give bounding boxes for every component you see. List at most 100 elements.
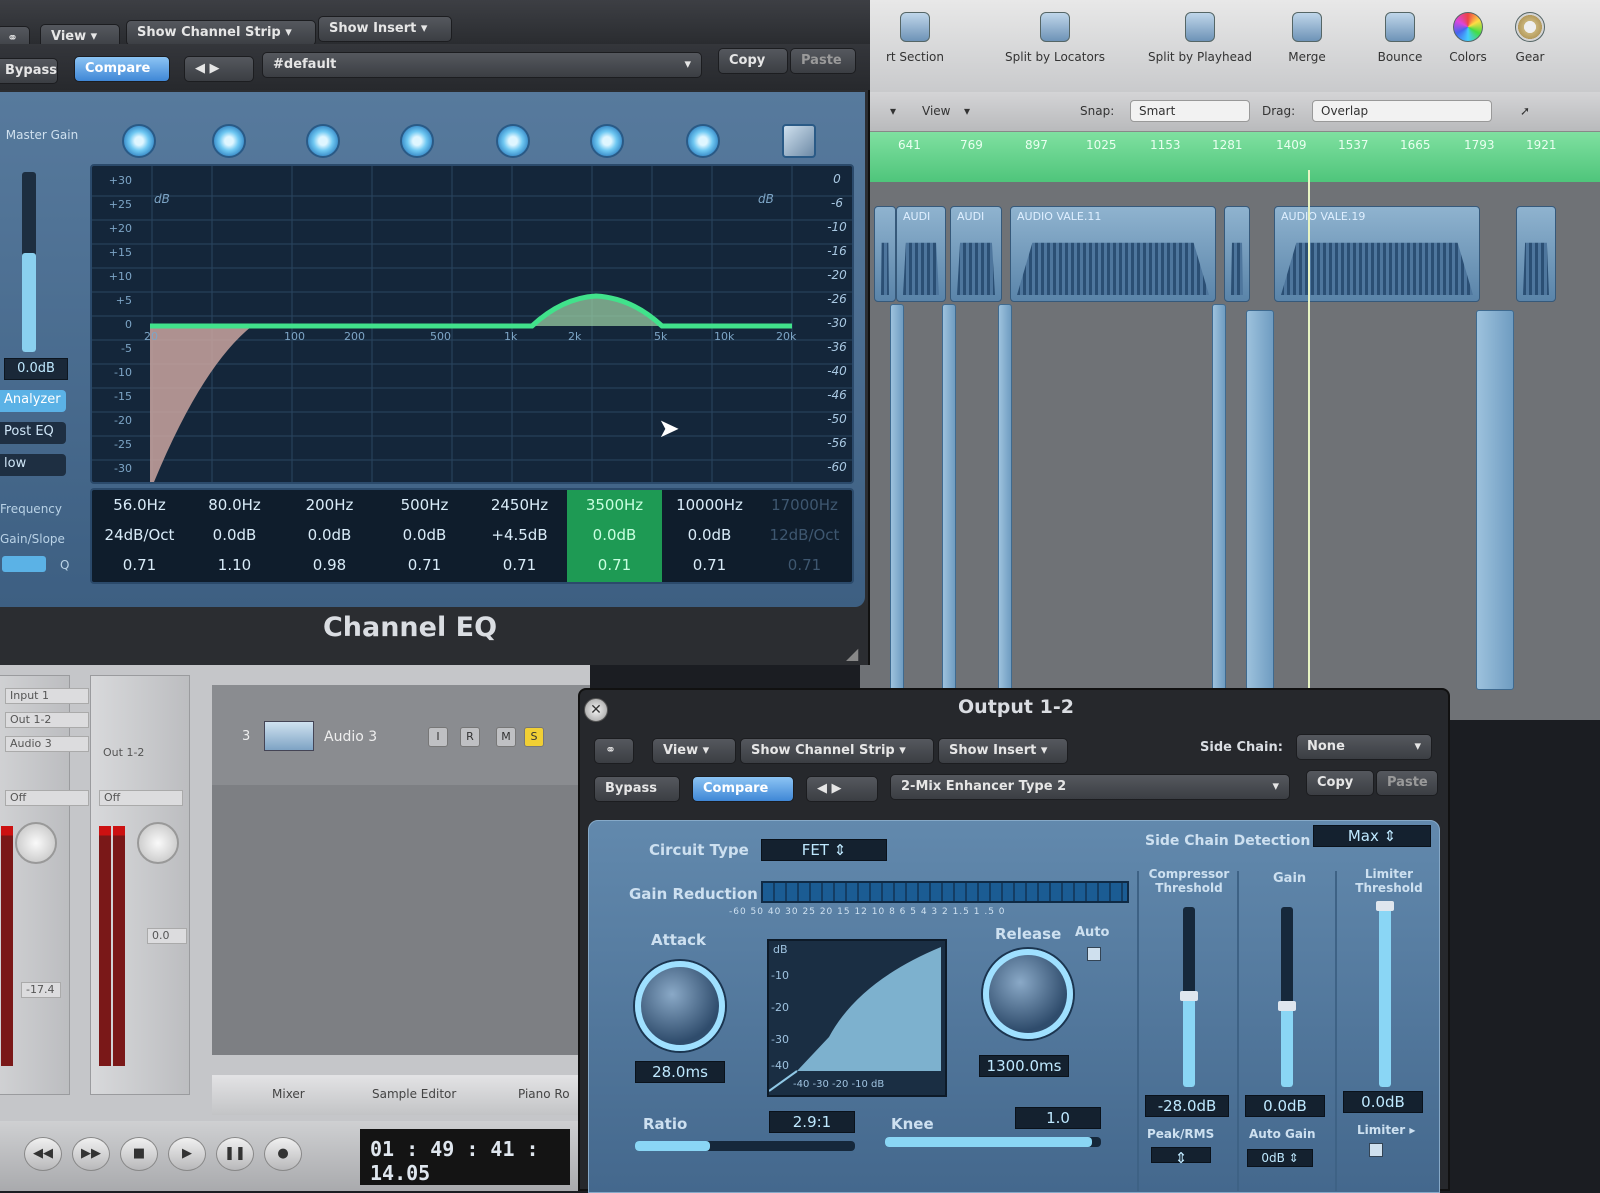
- copy-button[interactable]: Copy: [1306, 770, 1374, 796]
- band-1-params[interactable]: 56.0Hz 24dB/Oct 0.71: [92, 490, 187, 582]
- side-chain-detection-select[interactable]: Max ⇕: [1313, 825, 1431, 847]
- drag-select[interactable]: Overlap: [1312, 100, 1492, 122]
- show-insert-menu[interactable]: Show Insert ▾: [318, 16, 452, 42]
- analyzer-button[interactable]: Analyzer: [0, 390, 66, 412]
- analyzer-mode-select[interactable]: Post EQ: [0, 422, 66, 444]
- pan-knob[interactable]: [15, 822, 57, 864]
- release-knob[interactable]: [983, 949, 1073, 1039]
- automation-off-label[interactable]: Off: [5, 790, 89, 806]
- attack-value[interactable]: 28.0ms: [635, 1061, 725, 1083]
- band-7-gain[interactable]: 0.0dB: [662, 520, 757, 550]
- band-5-frequency[interactable]: 2450Hz: [472, 490, 567, 520]
- side-chain-select[interactable]: None ▾: [1296, 734, 1432, 760]
- release-value[interactable]: 1300.0ms: [979, 1055, 1069, 1077]
- record-icon[interactable]: ●: [264, 1137, 302, 1171]
- audio-region[interactable]: AUDI: [896, 206, 946, 302]
- track-lane-strip[interactable]: [998, 304, 1012, 694]
- preset-select[interactable]: #default ▾: [262, 52, 702, 78]
- band-2-frequency[interactable]: 80.0Hz: [187, 490, 282, 520]
- band-5-gain[interactable]: +4.5dB: [472, 520, 567, 550]
- band-4-gain[interactable]: 0.0dB: [377, 520, 472, 550]
- master-gain-slider[interactable]: [22, 172, 36, 352]
- band-8-gain[interactable]: 12dB/Oct: [757, 520, 852, 550]
- preset-prev-next-buttons[interactable]: ◀ ▶: [806, 776, 878, 802]
- compressor-threshold-fader[interactable]: [1180, 907, 1198, 1087]
- band-2-q[interactable]: 1.10: [187, 550, 282, 580]
- band-4-q[interactable]: 0.71: [377, 550, 472, 580]
- band-4-params[interactable]: 500Hz 0.0dB 0.71: [377, 490, 472, 582]
- attack-knob[interactable]: [635, 961, 725, 1051]
- track-name[interactable]: Audio 3: [324, 729, 377, 745]
- tab-mixer[interactable]: Mixer: [272, 1087, 305, 1101]
- insert-section-button[interactable]: rt Section: [860, 12, 970, 64]
- band-7-params[interactable]: 10000Hz 0.0dB 0.71: [662, 490, 757, 582]
- band-8-params[interactable]: 17000Hz 12dB/Oct 0.71: [757, 490, 852, 582]
- ratio-value[interactable]: 2.9:1: [769, 1111, 855, 1133]
- track-lane-strip[interactable]: [1246, 310, 1274, 690]
- eq-graph[interactable]: dB dB +30 +25 +20 +15 +10 +5 0 -5 -10 -1…: [90, 164, 854, 484]
- strip-output-label[interactable]: Out 1-2: [5, 712, 89, 728]
- band-5-bell-icon[interactable]: [496, 124, 530, 158]
- resize-grip-icon[interactable]: ◢: [846, 644, 858, 663]
- limiter-threshold-fader[interactable]: [1376, 901, 1394, 1087]
- band-7-q[interactable]: 0.71: [662, 550, 757, 580]
- band-5-q[interactable]: 0.71: [472, 550, 567, 580]
- knee-value[interactable]: 1.0: [1015, 1107, 1101, 1129]
- track-lane-strip[interactable]: [890, 304, 904, 694]
- preset-prev-next-buttons[interactable]: ◀ ▶: [184, 56, 254, 82]
- forward-icon[interactable]: ▶▶: [72, 1137, 110, 1171]
- pause-icon[interactable]: ❚❚: [216, 1137, 254, 1171]
- band-4-frequency[interactable]: 500Hz: [377, 490, 472, 520]
- pan-knob[interactable]: [137, 822, 179, 864]
- audio-region[interactable]: AUDIO VALE.11: [1010, 206, 1216, 302]
- compressor-threshold-value[interactable]: -28.0dB: [1145, 1095, 1229, 1117]
- band-2-params[interactable]: 80.0Hz 0.0dB 1.10: [187, 490, 282, 582]
- band-8-frequency[interactable]: 17000Hz: [757, 490, 852, 520]
- band-8-q[interactable]: 0.71: [757, 550, 852, 580]
- play-icon[interactable]: ▶: [168, 1137, 206, 1171]
- track-lane-strip[interactable]: [1476, 310, 1514, 690]
- knee-slider[interactable]: [885, 1137, 1101, 1147]
- close-icon[interactable]: ✕: [584, 698, 608, 722]
- band-1-gain[interactable]: 24dB/Oct: [92, 520, 187, 550]
- colors-button[interactable]: Colors: [1438, 12, 1498, 64]
- solo-button[interactable]: S: [524, 727, 544, 747]
- show-insert-menu[interactable]: Show Insert ▾: [938, 738, 1068, 764]
- mute-button[interactable]: M: [496, 727, 516, 747]
- ratio-slider[interactable]: [635, 1141, 855, 1151]
- gain-fader[interactable]: [1278, 907, 1296, 1087]
- band-6-gain[interactable]: 0.0dB: [567, 520, 662, 550]
- track-lane-strip[interactable]: [1212, 304, 1226, 694]
- track-header[interactable]: 3 Audio 3 I R M S: [212, 685, 590, 785]
- band-6-frequency[interactable]: 3500Hz: [567, 490, 662, 520]
- pointer-tool-icon[interactable]: ➚: [1520, 104, 1530, 118]
- auto-release-checkbox[interactable]: [1087, 947, 1101, 961]
- playhead[interactable]: [1308, 170, 1310, 690]
- q-couple-toggle[interactable]: [2, 556, 46, 572]
- band-3-bell-icon[interactable]: [306, 124, 340, 158]
- split-by-playhead-button[interactable]: Split by Playhead: [1130, 12, 1270, 64]
- input-monitor-button[interactable]: I: [428, 727, 448, 747]
- band-3-frequency[interactable]: 200Hz: [282, 490, 377, 520]
- band-2-gain[interactable]: 0.0dB: [187, 520, 282, 550]
- analyzer-resolution-select[interactable]: low: [0, 454, 66, 476]
- band-5-params[interactable]: 2450Hz +4.5dB 0.71: [472, 490, 567, 582]
- paste-button[interactable]: Paste: [1376, 770, 1438, 796]
- view-menu[interactable]: View ▾: [652, 738, 736, 764]
- band-3-gain[interactable]: 0.0dB: [282, 520, 377, 550]
- merge-button[interactable]: Merge: [1272, 12, 1342, 64]
- bar-ruler[interactable]: 641 769 897 1025 1153 1281 1409 1537 166…: [860, 132, 1600, 182]
- show-channel-strip-menu[interactable]: Show Channel Strip ▾: [126, 20, 316, 46]
- fader-value[interactable]: -17.4: [21, 982, 61, 998]
- gear-button[interactable]: Gear: [1500, 12, 1560, 64]
- show-channel-strip-menu[interactable]: Show Channel Strip ▾: [740, 738, 934, 764]
- master-gain-value[interactable]: 0.0dB: [4, 358, 68, 380]
- automation-off-label[interactable]: Off: [99, 790, 183, 806]
- gain-value[interactable]: 0.0dB: [1245, 1095, 1325, 1117]
- audio-region[interactable]: [1516, 206, 1556, 302]
- rewind-icon[interactable]: ◀◀: [24, 1137, 62, 1171]
- gain-fader-cap[interactable]: [1278, 1001, 1296, 1012]
- band-1-frequency[interactable]: 56.0Hz: [92, 490, 187, 520]
- track-lane-strip[interactable]: [942, 304, 956, 694]
- band-2-lowshelf-icon[interactable]: [212, 124, 246, 158]
